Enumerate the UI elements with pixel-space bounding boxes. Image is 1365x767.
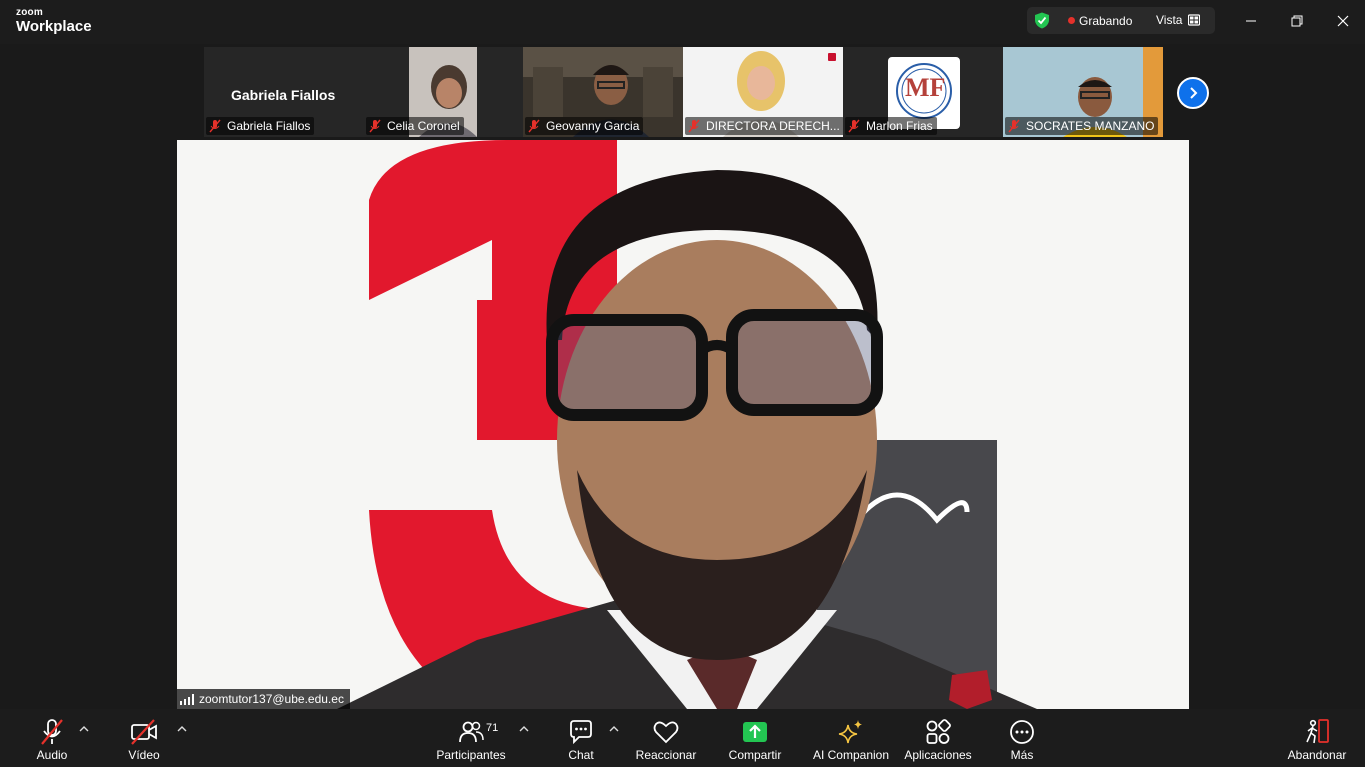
view-button[interactable]: Vista <box>1156 13 1182 27</box>
muted-mic-icon <box>528 119 540 133</box>
recording-label[interactable]: Grabando <box>1079 14 1132 28</box>
share-label: Compartir <box>728 748 782 762</box>
participant-name: Marlon Frias <box>866 119 933 133</box>
chat-options-caret-icon[interactable] <box>608 723 620 735</box>
meeting-toolbar: Audio Vídeo Participantes 71 Chat Reacci… <box>0 709 1365 767</box>
meeting-status-group: Grabando Vista <box>1027 7 1215 34</box>
sparkle-icon <box>838 720 862 744</box>
security-shield-icon[interactable] <box>1034 12 1050 29</box>
participant-tile-gabriela[interactable]: Gabriela Fiallos Gabriela Fiallos <box>204 47 364 137</box>
speaker-video-icon <box>177 140 1189 709</box>
speaker-name: zoomtutor137@ube.edu.ec <box>199 692 344 706</box>
audio-button[interactable]: Audio <box>30 709 74 767</box>
participant-name: DIRECTORA DERECH... <box>706 119 840 133</box>
muted-mic-icon <box>1008 119 1020 133</box>
participants-button[interactable]: Participantes <box>436 709 506 767</box>
grid-view-icon[interactable] <box>1188 14 1200 26</box>
chat-label: Chat <box>568 748 594 762</box>
active-speaker-video[interactable]: zoomtutor137@ube.edu.ec <box>177 140 1189 709</box>
participant-gallery: Gabriela Fiallos Gabriela Fiallos Celia … <box>0 44 1365 140</box>
react-label: Reaccionar <box>635 748 697 762</box>
muted-mic-icon <box>369 119 381 133</box>
participant-tile-celia[interactable]: Celia Coronel <box>364 47 524 137</box>
leave-button[interactable]: Abandonar <box>1284 709 1350 767</box>
participant-tile-marlon[interactable]: MF Marlon Frias <box>843 47 1003 137</box>
participant-label: Celia Coronel <box>366 117 464 135</box>
participant-name: SOCRATES MANZANO <box>1026 119 1155 133</box>
participant-tile-geovanny[interactable]: Geovanny Garcia <box>523 47 683 137</box>
participant-name: Geovanny Garcia <box>546 119 640 133</box>
participants-icon <box>459 721 484 743</box>
leave-label: Abandonar <box>1287 748 1347 762</box>
participant-tile-socrates[interactable]: SOCRATES MANZANO <box>1003 47 1163 137</box>
more-icon <box>1010 720 1034 744</box>
share-button[interactable]: Compartir <box>726 709 784 767</box>
restore-icon <box>1291 15 1303 27</box>
gallery-next-button[interactable] <box>1177 77 1209 109</box>
participant-label: SOCRATES MANZANO <box>1005 117 1159 135</box>
participants-count: 71 <box>486 722 499 734</box>
video-label: Vídeo <box>128 748 160 762</box>
restore-button[interactable] <box>1285 10 1309 32</box>
participants-label: Participantes <box>436 748 506 762</box>
ai-companion-label: AI Companion <box>812 748 890 762</box>
apps-icon <box>926 719 951 744</box>
participant-name: Gabriela Fiallos <box>227 119 311 133</box>
apps-label: Aplicaciones <box>904 748 972 762</box>
more-label: Más <box>1010 748 1034 762</box>
leave-meeting-icon <box>1306 719 1329 744</box>
audio-label: Audio <box>36 748 68 762</box>
participant-label: DIRECTORA DERECH... <box>685 117 843 135</box>
muted-mic-icon <box>848 119 860 133</box>
more-button[interactable]: Más <box>1002 709 1042 767</box>
share-screen-icon <box>743 722 767 742</box>
zoom-logo: zoom Workplace <box>16 7 92 35</box>
title-bar: zoom Workplace Grabando Vista <box>0 0 1365 44</box>
chevron-right-icon <box>1190 87 1198 99</box>
recording-indicator-icon <box>1068 17 1075 24</box>
heart-icon <box>653 721 679 744</box>
participant-label: Gabriela Fiallos <box>206 117 315 135</box>
brand-name: Workplace <box>16 18 92 35</box>
audio-options-caret-icon[interactable] <box>78 723 90 735</box>
chat-button[interactable]: Chat <box>561 709 601 767</box>
participant-display-name: Gabriela Fiallos <box>231 87 336 103</box>
signal-strength-icon <box>180 693 194 705</box>
ai-companion-button[interactable]: AI Companion <box>810 709 892 767</box>
chat-icon <box>570 720 592 745</box>
video-off-icon <box>131 719 157 745</box>
minimize-icon <box>1246 20 1256 22</box>
apps-button[interactable]: Aplicaciones <box>903 709 973 767</box>
participant-name: Celia Coronel <box>387 119 460 133</box>
close-button[interactable] <box>1331 10 1355 32</box>
video-button[interactable]: Vídeo <box>122 709 166 767</box>
mf-logo-text: MF <box>905 73 946 102</box>
participant-label: Marlon Frias <box>845 117 937 135</box>
speaker-name-label: zoomtutor137@ube.edu.ec <box>177 689 350 709</box>
react-button[interactable]: Reaccionar <box>636 709 696 767</box>
muted-mic-icon <box>688 119 700 133</box>
muted-mic-icon <box>209 119 221 133</box>
mic-muted-icon <box>41 719 63 745</box>
close-icon <box>1337 15 1349 27</box>
video-options-caret-icon[interactable] <box>176 723 188 735</box>
participant-tile-directora[interactable]: DIRECTORA DERECH... <box>683 47 843 137</box>
participants-options-caret-icon[interactable] <box>518 723 530 735</box>
minimize-button[interactable] <box>1239 10 1263 32</box>
brand-small: zoom <box>16 7 43 18</box>
participant-label: Geovanny Garcia <box>525 117 644 135</box>
